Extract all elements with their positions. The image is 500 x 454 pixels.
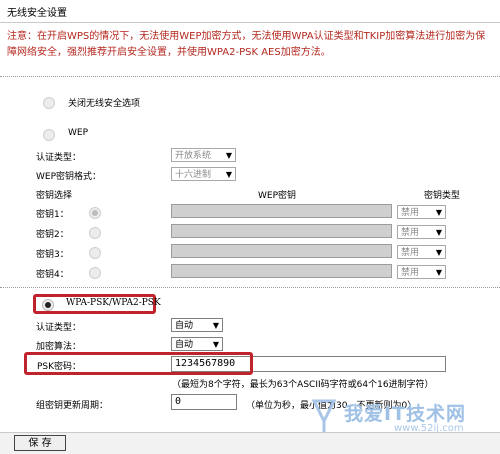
- wep-label: WEP: [68, 128, 89, 138]
- key1-label: 密钥1：: [36, 210, 69, 220]
- save-bar: 保 存: [0, 432, 500, 454]
- watermark-logo-icon: [311, 399, 337, 435]
- psk-highlight-box: [24, 352, 253, 375]
- key4-radio[interactable]: [89, 267, 101, 279]
- wep-key-format-value: 十六进制: [175, 170, 212, 180]
- key4-type-select[interactable]: 禁用 ▼: [397, 265, 446, 279]
- key2-type-value: 禁用: [401, 228, 420, 238]
- section-divider: [0, 76, 500, 77]
- wep-auth-type-value: 开放系统: [175, 151, 212, 161]
- rekey-period-label: 组密钥更新周期：: [36, 401, 109, 411]
- wpa-auth-type-value: 自动: [175, 321, 194, 331]
- wpa-psk-label: WPA-PSK/WPA2-PSK: [66, 298, 161, 308]
- key3-type-select[interactable]: 禁用 ▼: [397, 245, 446, 259]
- encryption-select[interactable]: 自动 ▼: [171, 337, 223, 351]
- chevron-down-icon: ▼: [212, 321, 219, 330]
- wep-auth-type-label: 认证类型：: [36, 153, 82, 163]
- key2-radio[interactable]: [89, 227, 101, 239]
- wep-key-format-label: WEP密钥格式：: [36, 172, 102, 182]
- wep-radio[interactable]: [43, 129, 55, 141]
- encryption-value: 自动: [175, 340, 194, 350]
- page-title: 无线安全设置: [7, 8, 67, 19]
- wpa-auth-type-select[interactable]: 自动 ▼: [171, 318, 223, 332]
- chevron-down-icon: ▼: [225, 151, 232, 160]
- key4-input[interactable]: [171, 264, 392, 278]
- wep-auth-type-select[interactable]: 开放系统 ▼: [171, 148, 236, 162]
- wep-key-header: WEP密钥: [258, 191, 297, 201]
- chevron-down-icon: ▼: [212, 340, 219, 349]
- key3-label: 密钥3：: [36, 250, 69, 260]
- chevron-down-icon: ▼: [225, 170, 232, 179]
- wpa-psk-radio[interactable]: [42, 299, 54, 311]
- watermark-text: 我爱IT技术网: [344, 403, 467, 425]
- key-select-header: 密钥选择: [36, 191, 73, 201]
- wep-key-format-select[interactable]: 十六进制 ▼: [171, 167, 236, 181]
- chevron-down-icon: ▼: [435, 228, 442, 237]
- key1-radio[interactable]: [89, 207, 101, 219]
- key1-type-select[interactable]: 禁用 ▼: [397, 205, 446, 219]
- encryption-label: 加密算法：: [36, 342, 82, 352]
- key3-type-value: 禁用: [401, 248, 420, 258]
- key4-type-value: 禁用: [401, 268, 420, 278]
- key2-type-select[interactable]: 禁用 ▼: [397, 225, 446, 239]
- key-type-header: 密钥类型: [424, 191, 461, 201]
- key1-type-value: 禁用: [401, 208, 420, 218]
- key4-label: 密钥4：: [36, 270, 69, 280]
- key1-input[interactable]: [171, 204, 392, 218]
- chevron-down-icon: ▼: [435, 208, 442, 217]
- chevron-down-icon: ▼: [435, 248, 442, 257]
- header-bar: 无线安全设置: [0, 0, 500, 22]
- wpa-auth-type-label: 认证类型：: [36, 323, 82, 333]
- disable-security-label: 关闭无线安全选项: [68, 99, 141, 109]
- disable-security-radio[interactable]: [43, 97, 55, 109]
- chevron-down-icon: ▼: [435, 268, 442, 277]
- header-divider: [0, 22, 500, 23]
- key2-label: 密钥2：: [36, 230, 69, 240]
- security-note: 注意：在开启WPS的情况下，无法使用WEP加密方式，无法使用WPA认证类型和TK…: [7, 31, 486, 58]
- key3-radio[interactable]: [89, 247, 101, 259]
- rekey-period-input[interactable]: 0: [171, 394, 237, 410]
- psk-hint: （最短为8个字符，最长为63个ASCII码字符或64个16进制字符）: [172, 380, 434, 390]
- save-button[interactable]: 保 存: [14, 435, 66, 451]
- section-divider: [0, 287, 500, 288]
- key3-input[interactable]: [171, 244, 392, 258]
- key2-input[interactable]: [171, 224, 392, 238]
